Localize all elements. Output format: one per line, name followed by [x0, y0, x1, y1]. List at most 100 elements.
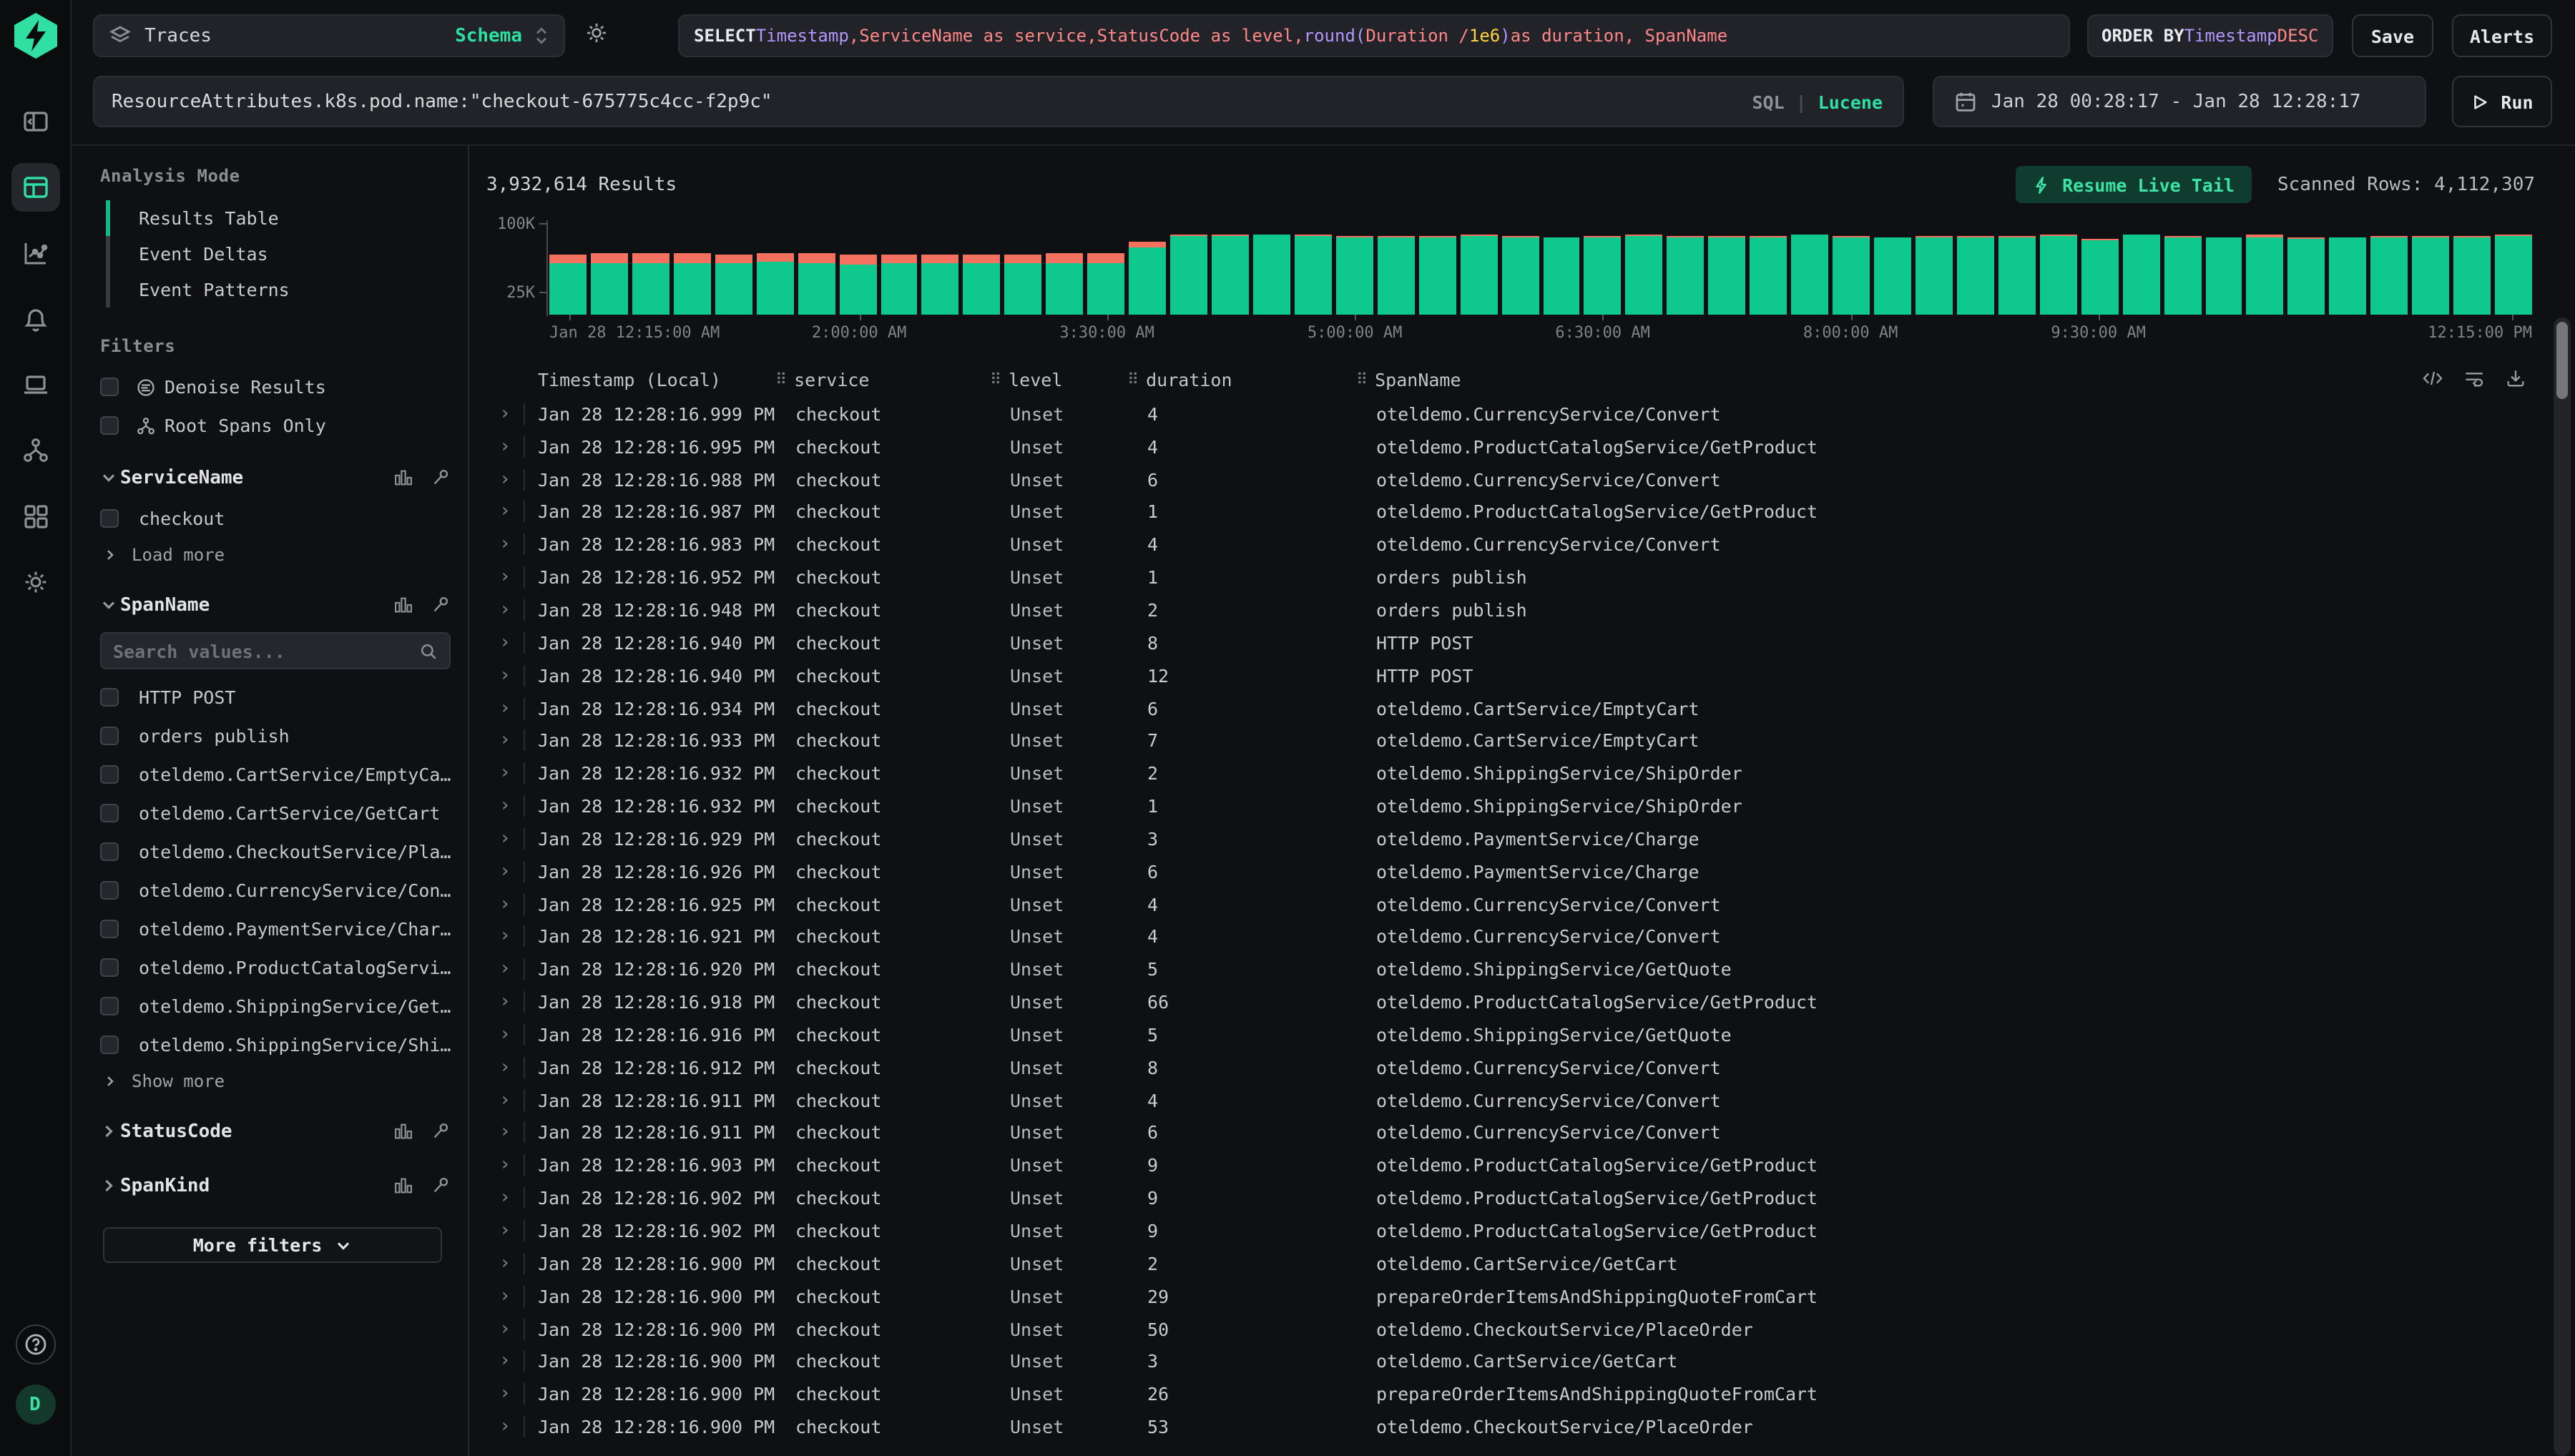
chart-filter-icon[interactable]: [393, 1121, 413, 1141]
table-row[interactable]: ›Jan 28 12:28:16.952 PMcheckoutUnset1ord…: [486, 561, 2546, 594]
collapse-sidebar-icon[interactable]: [11, 97, 59, 146]
expand-row-icon[interactable]: ›: [486, 1122, 524, 1143]
filter-group-servicename[interactable]: ServiceName: [100, 456, 453, 499]
expand-row-icon[interactable]: ›: [486, 468, 524, 490]
chevron-right-icon[interactable]: [100, 1177, 120, 1194]
pin-icon[interactable]: [431, 1176, 451, 1196]
filter-value-row[interactable]: oteldemo.CurrencyService/Con…: [100, 871, 453, 910]
table-row[interactable]: ›Jan 28 12:28:16.999 PMcheckoutUnset4ote…: [486, 398, 2546, 431]
table-row[interactable]: ›Jan 28 12:28:16.940 PMcheckoutUnset12HT…: [486, 659, 2546, 692]
wrap-text-icon[interactable]: [2463, 368, 2485, 389]
table-row[interactable]: ›Jan 28 12:28:16.926 PMcheckoutUnset6ote…: [486, 855, 2546, 888]
filter-value-row[interactable]: checkout: [100, 499, 453, 538]
filter-group-spanname[interactable]: SpanName: [100, 584, 453, 626]
source-select[interactable]: Traces Schema: [93, 14, 565, 57]
checkbox[interactable]: [100, 688, 119, 707]
table-row[interactable]: ›Jan 28 12:28:16.912 PMcheckoutUnset8ote…: [486, 1051, 2546, 1084]
table-row[interactable]: ›Jan 28 12:28:16.903 PMcheckoutUnset9ote…: [486, 1149, 2546, 1182]
scrollbar-thumb[interactable]: [2556, 322, 2568, 399]
filter-value-row[interactable]: oteldemo.CartService/GetCart: [100, 794, 453, 832]
expand-row-icon[interactable]: ›: [486, 828, 524, 850]
nav-chart-explorer[interactable]: [11, 229, 59, 277]
order-by-input[interactable]: ORDER BY Timestamp DESC: [2087, 14, 2333, 57]
expand-row-icon[interactable]: ›: [486, 762, 524, 784]
expand-row-icon[interactable]: ›: [486, 860, 524, 882]
analysis-mode-event-patterns[interactable]: Event Patterns: [110, 272, 453, 308]
checkbox[interactable]: [100, 958, 119, 977]
filter-group-statuscode[interactable]: StatusCode: [100, 1110, 453, 1153]
column-header-spanname[interactable]: ⠿SpanName: [1356, 368, 2546, 390]
analysis-mode-results-table[interactable]: Results Table: [110, 200, 453, 236]
expand-row-icon[interactable]: ›: [486, 534, 524, 556]
search-values-input[interactable]: [113, 640, 419, 661]
checkbox[interactable]: [100, 416, 119, 435]
alerts-button[interactable]: Alerts: [2452, 14, 2552, 57]
table-row[interactable]: ›Jan 28 12:28:16.920 PMcheckoutUnset5ote…: [486, 953, 2546, 986]
table-row[interactable]: ›Jan 28 12:28:16.900 PMcheckoutUnset53ot…: [486, 1410, 2546, 1443]
table-row[interactable]: ›Jan 28 12:28:16.929 PMcheckoutUnset3ote…: [486, 822, 2546, 855]
expand-row-icon[interactable]: ›: [486, 991, 524, 1013]
expand-row-icon[interactable]: ›: [486, 1416, 524, 1437]
expand-row-icon[interactable]: ›: [486, 795, 524, 817]
table-row[interactable]: ›Jan 28 12:28:16.902 PMcheckoutUnset9ote…: [486, 1182, 2546, 1215]
table-row[interactable]: ›Jan 28 12:28:16.934 PMcheckoutUnset6ote…: [486, 692, 2546, 724]
filter-value-row[interactable]: oteldemo.CheckoutService/Pla…: [100, 832, 453, 871]
checkbox[interactable]: [100, 378, 119, 396]
checkbox[interactable]: [100, 920, 119, 938]
table-row[interactable]: ›Jan 28 12:28:16.932 PMcheckoutUnset2ote…: [486, 757, 2546, 790]
user-avatar[interactable]: D: [15, 1384, 55, 1425]
chevron-down-icon[interactable]: [100, 596, 120, 614]
chevron-down-icon[interactable]: [100, 469, 120, 486]
checkbox[interactable]: [100, 727, 119, 745]
expand-row-icon[interactable]: ›: [486, 926, 524, 948]
expand-row-icon[interactable]: ›: [486, 436, 524, 458]
pin-icon[interactable]: [431, 595, 451, 615]
table-row[interactable]: ›Jan 28 12:28:16.995 PMcheckoutUnset4ote…: [486, 431, 2546, 463]
chart-filter-icon[interactable]: [393, 1176, 413, 1196]
table-row[interactable]: ›Jan 28 12:28:16.900 PMcheckoutUnset50ot…: [486, 1312, 2546, 1345]
sql-toggle[interactable]: SQL: [1752, 91, 1784, 112]
denoise-results-toggle[interactable]: Denoise Results: [100, 368, 453, 406]
table-row[interactable]: ›Jan 28 12:28:16.916 PMcheckoutUnset5ote…: [486, 1018, 2546, 1051]
drag-handle-icon[interactable]: ⠿: [775, 370, 787, 388]
pin-icon[interactable]: [431, 468, 451, 488]
filter-value-row[interactable]: orders publish: [100, 717, 453, 755]
nav-settings-gear[interactable]: [11, 558, 59, 606]
table-row[interactable]: ›Jan 28 12:28:16.900 PMcheckoutUnset26pr…: [486, 1378, 2546, 1411]
table-row[interactable]: ›Jan 28 12:28:16.900 PMcheckoutUnset29pr…: [486, 1280, 2546, 1313]
pin-icon[interactable]: [431, 1121, 451, 1141]
drag-handle-icon[interactable]: ⠿: [990, 370, 1001, 388]
expand-row-icon[interactable]: ›: [486, 1285, 524, 1307]
expand-row-icon[interactable]: ›: [486, 599, 524, 621]
drag-handle-icon[interactable]: ⠿: [1356, 370, 1368, 388]
table-row[interactable]: ›Jan 28 12:28:16.933 PMcheckoutUnset7ote…: [486, 724, 2546, 757]
checkbox[interactable]: [100, 804, 119, 822]
search-bar[interactable]: SQL | Lucene: [93, 76, 1904, 127]
table-row[interactable]: ›Jan 28 12:28:16.925 PMcheckoutUnset4ote…: [486, 887, 2546, 920]
expand-row-icon[interactable]: ›: [486, 959, 524, 980]
more-filters-button[interactable]: More filters: [103, 1227, 442, 1263]
chart-filter-icon[interactable]: [393, 468, 413, 488]
table-row[interactable]: ›Jan 28 12:28:16.918 PMcheckoutUnset66ot…: [486, 985, 2546, 1018]
expand-row-icon[interactable]: ›: [486, 1187, 524, 1209]
table-row[interactable]: ›Jan 28 12:28:16.921 PMcheckoutUnset4ote…: [486, 920, 2546, 953]
lucene-toggle[interactable]: Lucene: [1818, 91, 1883, 112]
expand-row-icon[interactable]: ›: [486, 1220, 524, 1241]
code-view-icon[interactable]: [2422, 368, 2443, 389]
expand-row-icon[interactable]: ›: [486, 1089, 524, 1111]
source-settings-gear-icon[interactable]: [584, 20, 609, 51]
filter-value-row[interactable]: oteldemo.PaymentService/Char…: [100, 910, 453, 948]
table-row[interactable]: ›Jan 28 12:28:16.911 PMcheckoutUnset4ote…: [486, 1083, 2546, 1116]
filter-group-spankind[interactable]: SpanKind: [100, 1164, 453, 1207]
filter-value-row[interactable]: oteldemo.CartService/EmptyCa…: [100, 755, 453, 794]
column-header-duration[interactable]: ⠿duration: [1127, 368, 1356, 390]
checkbox[interactable]: [100, 842, 119, 861]
run-button[interactable]: Run: [2452, 76, 2552, 127]
expand-row-icon[interactable]: ›: [486, 1318, 524, 1339]
save-button[interactable]: Save: [2352, 14, 2433, 57]
chart-filter-icon[interactable]: [393, 595, 413, 615]
show-more-link[interactable]: Show more: [100, 1064, 453, 1098]
chevron-right-icon[interactable]: [100, 1123, 120, 1140]
search-values-box[interactable]: [100, 632, 451, 669]
filter-value-row[interactable]: oteldemo.ShippingService/Get…: [100, 987, 453, 1025]
